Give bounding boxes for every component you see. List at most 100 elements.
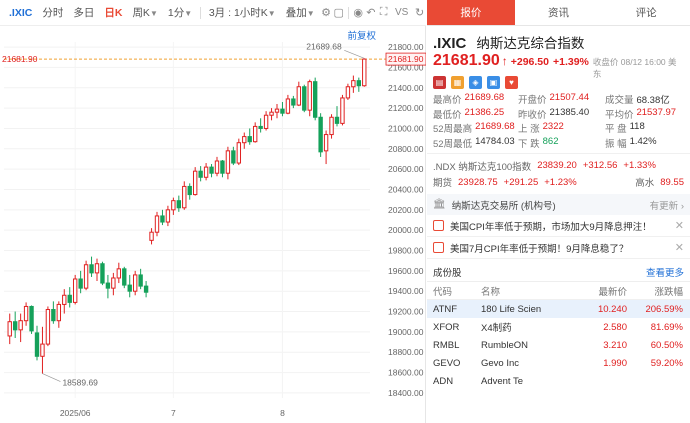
range-select[interactable]: 3月 : 1小时K▼ bbox=[204, 0, 281, 26]
tab-multiday[interactable]: 多日 bbox=[68, 0, 99, 26]
heart-icon[interactable]: ♥ bbox=[505, 75, 518, 89]
table-row[interactable]: ADN Advent Te bbox=[427, 372, 690, 390]
tab-weekly-k[interactable]: 周K▼ bbox=[127, 0, 162, 26]
y-tick-label: 21000.00 bbox=[388, 123, 424, 133]
candle-body bbox=[192, 170, 198, 196]
stat-label: 开盘价 bbox=[517, 95, 547, 107]
header-name[interactable]: 名称 bbox=[481, 284, 561, 298]
x-tick-label: 7 bbox=[171, 408, 176, 418]
book-icon[interactable]: ▣ bbox=[487, 75, 500, 89]
exchange-more[interactable]: 有更新 › bbox=[650, 198, 684, 212]
tab-intraday[interactable]: 分时 bbox=[37, 0, 68, 26]
chart-toolbar: .IXIC 分时 多日 日K 周K▼ 1分▼ 3月 : 1小时K▼ 叠加▼ ⚙ … bbox=[0, 0, 426, 26]
ticker-code: .IXIC bbox=[433, 35, 467, 52]
stat-cell: 开盘价 21507.44 bbox=[518, 92, 605, 106]
bank-icon: 🏛 bbox=[433, 199, 446, 210]
high-annotation: 21689.68 bbox=[306, 41, 342, 51]
stat-cell: 52周最高 21689.68 bbox=[433, 121, 518, 135]
ndx-row[interactable]: .NDX 纳斯达克100指数 23839.20 +312.56 +1.33% bbox=[427, 153, 690, 173]
candle-body bbox=[269, 111, 274, 116]
stats-row: 最高价 21689.68 开盘价 21507.44 成交量 68.38亿 bbox=[433, 92, 684, 107]
square-icon[interactable]: ▢ bbox=[332, 0, 345, 26]
candle-body bbox=[127, 284, 132, 292]
table-row[interactable]: XFOR X4制药 2.580 81.69% bbox=[427, 318, 690, 336]
stat-value: 14784.03 bbox=[475, 135, 515, 147]
candle-body bbox=[138, 274, 143, 287]
y-tick-label: 19400.00 bbox=[388, 286, 424, 296]
candle-body bbox=[62, 294, 67, 305]
cell-price: 2.580 bbox=[603, 321, 627, 333]
stat-label: 52周最低 bbox=[433, 138, 473, 150]
candlestick-chart[interactable]: 前复权 21800.00 21600.00 21400.00 21200.00 2100… bbox=[0, 26, 426, 423]
table-row[interactable]: GEVO Gevo Inc 1.990 59.20% bbox=[427, 354, 690, 372]
y-tick-label: 20000.00 bbox=[388, 225, 424, 235]
chevron-down-icon: ▼ bbox=[306, 8, 315, 18]
tab-weekly-label: 周K bbox=[132, 6, 150, 19]
candle-body bbox=[258, 125, 263, 129]
candle-body bbox=[345, 86, 351, 99]
candle-body bbox=[312, 81, 318, 118]
fullscreen-icon[interactable]: ⛶ bbox=[377, 0, 390, 26]
news-icon bbox=[433, 242, 444, 253]
stats-row: 52周最高 21689.68 上 涨 2322 平 盘 118 bbox=[433, 121, 684, 136]
candle-body bbox=[356, 80, 362, 87]
y-tick-label: 20400.00 bbox=[388, 184, 424, 194]
y-tick-label: 19800.00 bbox=[388, 246, 424, 256]
news-item[interactable]: 美国7月CPI年率低于预期！9月降息稳了？ ✕ bbox=[427, 237, 690, 259]
stat-cell: 最高价 21689.68 bbox=[433, 92, 518, 106]
y-tick-label: 19200.00 bbox=[388, 307, 424, 317]
stat-cell: 振 幅 1.42% bbox=[605, 136, 684, 150]
tab-daily-k[interactable]: 日K bbox=[99, 0, 127, 26]
stats-grid: 最高价 21689.68 开盘价 21507.44 成交量 68.38亿 最低价 21386.… bbox=[427, 92, 690, 150]
current-price-left-label: 21681.90 bbox=[2, 54, 38, 64]
tab-quote[interactable]: 报价 bbox=[427, 0, 515, 25]
tab-comments[interactable]: 评论 bbox=[602, 0, 690, 25]
table-row[interactable]: RMBL RumbleON 3.210 60.50% bbox=[427, 336, 690, 354]
news-item[interactable]: 美国CPI年率低于预期，市场加大9月降息押注！ ✕ bbox=[427, 215, 690, 237]
candle-body bbox=[171, 200, 176, 211]
last-price: 21681.90 bbox=[433, 52, 500, 69]
candle-body bbox=[209, 166, 214, 174]
y-tick-label: 19600.00 bbox=[388, 266, 424, 276]
chart-icon[interactable]: ▦ bbox=[451, 75, 464, 89]
candle-body bbox=[203, 166, 209, 178]
stats-row: 最低价 21386.25 昨收价 21385.40 平均价 21537.97 bbox=[433, 107, 684, 122]
stat-cell: 昨收价 21385.40 bbox=[518, 107, 605, 121]
exchange-row[interactable]: 🏛 纳斯达克交易所 (机构号) 有更新 › bbox=[427, 194, 690, 215]
chevron-down-icon: ▼ bbox=[149, 8, 158, 18]
vs-button[interactable]: VS bbox=[390, 0, 413, 26]
tab-1min[interactable]: 1分▼ bbox=[163, 0, 197, 26]
stat-cell: 下 跌 862 bbox=[518, 136, 605, 150]
cell-code: XFOR bbox=[433, 321, 460, 333]
cell-name: X4制药 bbox=[481, 323, 512, 334]
stat-cell: 平 盘 118 bbox=[605, 121, 684, 135]
refresh-icon[interactable]: ↻ bbox=[413, 0, 426, 26]
tag-icon[interactable]: ◈ bbox=[469, 75, 482, 89]
header-change[interactable]: 涨跌幅 bbox=[631, 284, 683, 298]
low-annotation: 18589.69 bbox=[62, 378, 98, 388]
y-tick-label: 18600.00 bbox=[388, 368, 424, 378]
header-code[interactable]: 代码 bbox=[433, 284, 481, 298]
high-pointer bbox=[344, 49, 365, 59]
close-icon[interactable]: ✕ bbox=[675, 219, 684, 232]
candle-body bbox=[67, 294, 72, 303]
y-tick-label: 19000.00 bbox=[388, 327, 424, 337]
gear-icon[interactable]: ⚙ bbox=[320, 0, 333, 26]
tab-news[interactable]: 资讯 bbox=[515, 0, 603, 25]
overlay-label: 叠加 bbox=[285, 6, 307, 19]
undo-icon[interactable]: ↶ bbox=[365, 0, 378, 26]
close-icon[interactable]: ✕ bbox=[675, 241, 684, 254]
stat-cell: 52周最低 14784.03 bbox=[433, 136, 518, 150]
view-more-link[interactable]: 查看更多 bbox=[646, 265, 684, 279]
camera-icon[interactable]: ◉ bbox=[352, 0, 365, 26]
toolbar-code[interactable]: .IXIC bbox=[4, 0, 37, 26]
candle-body bbox=[318, 116, 323, 153]
stat-value: 21537.97 bbox=[636, 106, 677, 118]
table-row[interactable]: ATNF 180 Life Scien 10.240 206.59% bbox=[427, 300, 690, 318]
cell-name: RumbleON bbox=[481, 339, 528, 351]
overlay-button[interactable]: 叠加▼ bbox=[281, 0, 320, 26]
x-tick-label: 2025/06 bbox=[60, 408, 91, 418]
header-price[interactable]: 最新价 bbox=[561, 284, 631, 298]
divider bbox=[200, 6, 201, 19]
futures-row[interactable]: 期货 23928.75 +291.25 +1.23% 高水 89.55 bbox=[427, 173, 690, 191]
